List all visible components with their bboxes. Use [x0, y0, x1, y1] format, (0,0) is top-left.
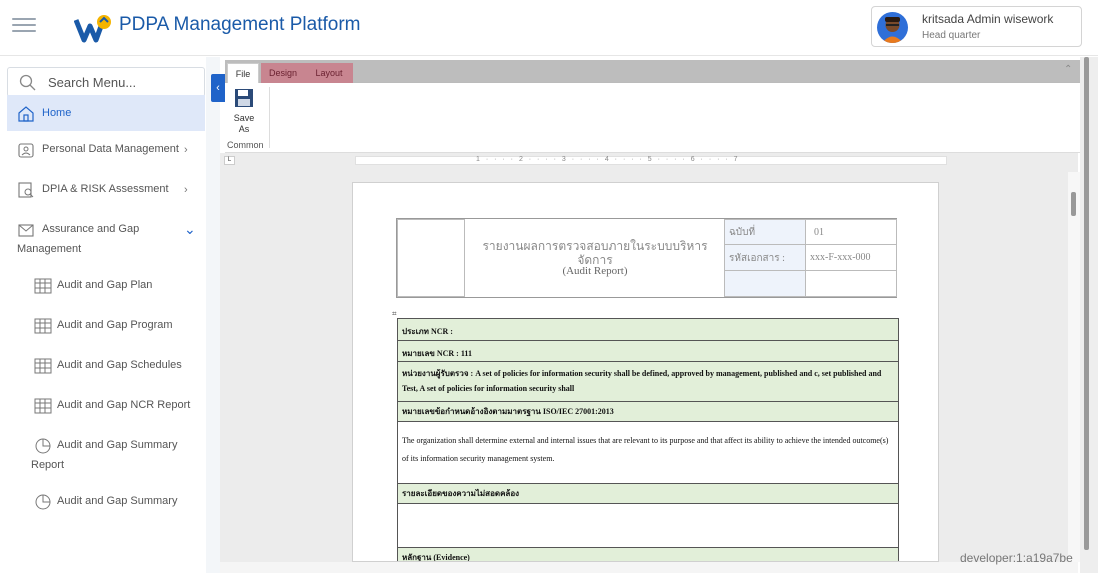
save-as-label: Save As — [233, 113, 255, 134]
header: PDPA Management Platform kritsada Admin … — [0, 0, 1098, 56]
page-scrollbar[interactable] — [1068, 172, 1080, 562]
app: PDPA Management Platform kritsada Admin … — [0, 0, 1098, 573]
pie-chart-icon — [35, 438, 51, 454]
version-label: ฉบับที่ — [729, 227, 756, 238]
ribbon-group-label: Common — [227, 140, 264, 150]
sidebar-item-personal-data[interactable]: Personal Data Management › — [7, 141, 205, 165]
ncr-requirement-row: The organization shall determine externa… — [398, 422, 898, 484]
hamburger-menu-icon[interactable] — [12, 14, 36, 36]
ncr-standard-row: หมายเลขข้อกำหนดอ้างอิงตามมาตรฐาน ISO/IEC… — [398, 402, 898, 422]
sidebar-item-label: Home — [42, 107, 72, 119]
user-name: kritsada Admin wisework — [922, 12, 1054, 26]
ncr-number-row: หมายเลข NCR : 111 — [398, 341, 898, 362]
logo-cell — [397, 219, 465, 297]
docno-label-cell: รหัสเอกสาร : — [724, 244, 806, 271]
sidebar-item-label: Personal Data Management — [42, 143, 179, 155]
sidebar-subitem-label: Audit and Gap Summary — [57, 439, 178, 451]
blank-value-cell — [805, 270, 897, 297]
ribbon-body: Save As Common — [225, 83, 1082, 153]
sidebar-divider — [206, 57, 220, 573]
ncr-table: ประเภท NCR : หมายเลข NCR : 111 หน่วยงานผ… — [397, 318, 899, 561]
sidebar: Search Menu... Home Personal Data Manage… — [0, 57, 206, 573]
mail-check-icon — [18, 224, 34, 237]
sidebar-item-assurance[interactable]: Assurance and Gap Management ⌄ — [7, 221, 205, 261]
collapse-ribbon-icon[interactable]: ⌃ — [1064, 64, 1072, 75]
sidebar-item-audit-plan[interactable]: Audit and Gap Plan — [30, 277, 228, 297]
sidebar-item-dpia[interactable]: DPIA & RISK Assessment › — [7, 181, 205, 205]
pie-chart-icon — [35, 494, 51, 510]
blank-label-cell — [724, 270, 806, 297]
ncr-auditee-row: หน่วยงานผู้รับตรวจ : A set of policies f… — [398, 362, 898, 402]
chevron-right-icon: › — [184, 144, 188, 156]
sidebar-item-audit-program[interactable]: Audit and Gap Program — [30, 317, 228, 337]
report-title-en: (Audit Report) — [562, 265, 628, 277]
sidebar-item-label-line2: Management — [17, 243, 82, 255]
ruler-corner: L — [224, 156, 235, 165]
chevron-down-icon: ⌄ — [184, 221, 196, 237]
ncr-detail-row — [398, 504, 898, 548]
report-title-th: รายงานผลการตรวจสอบภายในระบบบริหารจัดการ — [482, 239, 708, 267]
tab-design[interactable]: Design — [261, 63, 305, 83]
save-icon — [235, 89, 253, 107]
user-menu[interactable]: kritsada Admin wisework Head quarter — [871, 6, 1082, 47]
document-search-icon — [18, 182, 34, 198]
version-value-cell: 01 — [805, 219, 897, 245]
ncr-evidence-row: หลักฐาน (Evidence) — [398, 548, 898, 561]
search-menu-input[interactable]: Search Menu... — [7, 67, 205, 97]
sidebar-subitem-label: Audit and Gap Schedules — [57, 359, 182, 371]
report-header-table: รายงานผลการตรวจสอบภายในระบบบริหารจัดการ … — [396, 218, 897, 298]
window-scrollbar-thumb[interactable] — [1084, 57, 1089, 550]
table-icon — [34, 358, 52, 374]
sidebar-item-audit-schedules[interactable]: Audit and Gap Schedules — [30, 357, 228, 377]
sidebar-item-audit-ncr-report[interactable]: Audit and Gap NCR Report — [30, 397, 228, 417]
sidebar-subitem-label: Audit and Gap Summary — [57, 495, 178, 507]
page-scrollbar-thumb[interactable] — [1071, 192, 1076, 216]
table-icon — [34, 278, 52, 294]
sidebar-item-audit-summary[interactable]: Audit and Gap Summary — [30, 493, 228, 513]
table-anchor-icon[interactable]: ⌗ — [392, 309, 397, 319]
sidebar-item-audit-summary-report[interactable]: Audit and Gap Summary Report — [7, 437, 205, 477]
sidebar-subitem-label: Audit and Gap NCR Report — [57, 399, 191, 411]
chevron-right-icon: › — [184, 184, 188, 196]
version-label-cell: ฉบับที่ — [724, 219, 806, 245]
tab-layout[interactable]: Layout — [305, 63, 353, 83]
app-title: PDPA Management Platform — [119, 14, 361, 35]
logo — [74, 15, 111, 43]
sidebar-item-label: Assurance and Gap — [42, 223, 140, 235]
save-as-button[interactable]: Save As — [230, 88, 258, 135]
report-page[interactable]: รายงานผลการตรวจสอบภายในระบบบริหารจัดการ … — [352, 182, 939, 562]
table-icon — [34, 318, 52, 334]
sidebar-item-label: DPIA & RISK Assessment — [42, 183, 169, 195]
collapse-sidebar-button[interactable]: ‹ — [211, 74, 225, 102]
docno-label: รหัสเอกสาร : — [729, 253, 785, 264]
search-icon — [19, 74, 36, 91]
docno-value: xxx-F-xxx-000 — [810, 252, 871, 263]
window-scrollbar[interactable] — [1080, 57, 1098, 573]
bottom-strip — [220, 562, 1078, 573]
tab-file[interactable]: File — [227, 63, 259, 83]
version-value: 01 — [814, 227, 824, 238]
ribbon-separator — [269, 87, 270, 148]
ruler-marks: 1 · · · · 2 · · · · 3 · · · · 4 · · · · … — [476, 156, 740, 163]
build-watermark: developer:1:a19a7be — [960, 551, 1073, 565]
docno-value-cell: xxx-F-xxx-000 — [805, 244, 897, 271]
table-icon — [34, 398, 52, 414]
horizontal-ruler[interactable]: 1 · · · · 2 · · · · 3 · · · · 4 · · · · … — [355, 156, 947, 165]
search-placeholder: Search Menu... — [48, 75, 137, 90]
sidebar-subitem-label: Audit and Gap Program — [57, 319, 173, 331]
user-org: Head quarter — [922, 30, 981, 41]
ribbon-tab-bar: File Design Layout — [225, 60, 1082, 83]
sidebar-subitem-label-line2: Report — [31, 459, 65, 471]
ncr-detail-heading-row: รายละเอียดของความไม่สอดคล้อง — [398, 484, 898, 504]
home-icon — [18, 106, 34, 122]
person-card-icon — [18, 143, 34, 158]
sidebar-subitem-label: Audit and Gap Plan — [57, 279, 153, 291]
avatar — [877, 12, 908, 43]
sidebar-item-home[interactable]: Home — [7, 95, 205, 131]
ncr-type-row: ประเภท NCR : — [398, 319, 898, 341]
